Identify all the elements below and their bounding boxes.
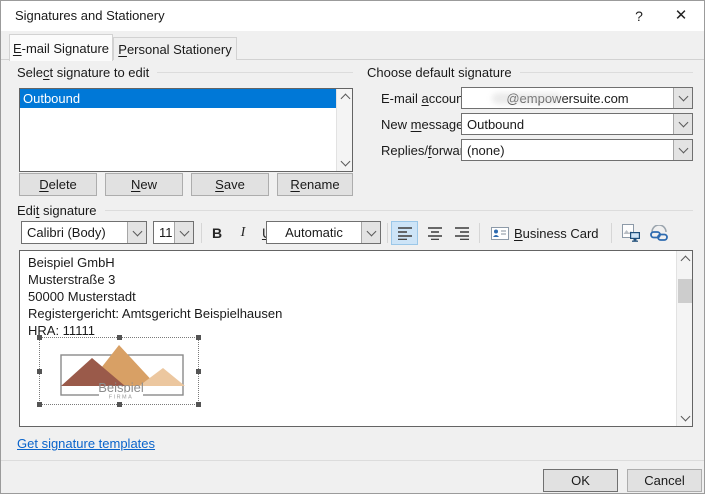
close-button[interactable]: ✕: [664, 1, 698, 31]
scroll-up-icon[interactable]: [337, 89, 353, 105]
get-signature-templates-link[interactable]: Get signature templates: [17, 436, 155, 451]
listbox-scrollbar[interactable]: [336, 89, 352, 171]
logo-image-selection[interactable]: Beispiel FIRMA: [39, 337, 199, 405]
align-right-icon: [454, 226, 470, 240]
scrollbar-thumb[interactable]: [678, 279, 692, 303]
toolbar-separator: [387, 223, 388, 243]
editor-scrollbar[interactable]: [676, 251, 692, 426]
list-item-signature[interactable]: Outbound: [20, 89, 336, 108]
signatures-and-stationery-dialog: Signatures and Stationery ? ✕ E-mail Sig…: [0, 0, 705, 494]
scroll-up-icon[interactable]: [677, 251, 693, 267]
window-title: Signatures and Stationery: [15, 1, 165, 31]
help-icon: ?: [635, 8, 643, 24]
chevron-down-icon[interactable]: [673, 140, 692, 160]
select-signature-group-label: Select signature to edit: [17, 65, 353, 80]
insert-picture-icon: [621, 224, 641, 242]
font-color-dropdown[interactable]: Automatic: [266, 221, 381, 244]
font-name-dropdown[interactable]: Calibri (Body): [21, 221, 147, 244]
edit-signature-group-label: Edit signature: [17, 203, 693, 218]
scroll-down-icon[interactable]: [677, 410, 693, 426]
signature-line: Beispiel GmbH: [28, 254, 282, 271]
bold-icon: B: [212, 225, 222, 241]
resize-handle[interactable]: [196, 335, 201, 340]
tab-email-signature[interactable]: E-mail Signature: [9, 34, 113, 61]
toolbar-separator: [201, 223, 202, 243]
company-logo: Beispiel FIRMA: [45, 342, 193, 400]
italic-icon: I: [241, 225, 246, 241]
bold-button[interactable]: B: [205, 221, 229, 245]
resize-handle[interactable]: [117, 402, 122, 407]
insert-hyperlink-icon: [649, 225, 669, 241]
align-center-icon: [427, 226, 443, 240]
footer-divider: [1, 460, 705, 461]
signature-listbox[interactable]: Outbound: [19, 88, 353, 172]
toolbar-separator: [611, 223, 612, 243]
chevron-down-icon[interactable]: [673, 114, 692, 134]
signature-text[interactable]: Beispiel GmbH Musterstraße 3 50000 Muste…: [28, 254, 282, 339]
resize-handle[interactable]: [196, 369, 201, 374]
business-card-icon: [491, 226, 509, 240]
close-icon: ✕: [675, 7, 688, 24]
tab-personal-stationery[interactable]: Personal Stationery: [113, 37, 237, 60]
new-button[interactable]: New: [105, 173, 183, 196]
chevron-down-icon[interactable]: [127, 222, 146, 243]
new-messages-dropdown[interactable]: Outbound: [461, 113, 693, 135]
delete-button[interactable]: Delete: [19, 173, 97, 196]
logo-subtitle: FIRMA: [109, 395, 134, 401]
align-left-button[interactable]: [391, 221, 418, 245]
rename-button[interactable]: Rename: [277, 173, 353, 196]
save-button[interactable]: Save: [191, 173, 269, 196]
resize-handle[interactable]: [37, 369, 42, 374]
title-bar: Signatures and Stationery ? ✕: [1, 1, 704, 31]
help-button[interactable]: ?: [622, 1, 656, 31]
resize-handle[interactable]: [196, 402, 201, 407]
chevron-down-icon[interactable]: [673, 88, 692, 108]
signature-editor[interactable]: Beispiel GmbH Musterstraße 3 50000 Muste…: [19, 250, 693, 427]
scroll-down-icon[interactable]: [337, 155, 353, 171]
insert-picture-button[interactable]: [618, 221, 644, 245]
toolbar-separator: [479, 223, 480, 243]
group-divider-line: [157, 72, 353, 73]
tab-strip: E-mail Signature Personal Stationery: [1, 31, 704, 60]
chevron-down-icon[interactable]: [361, 222, 380, 243]
business-card-button[interactable]: Business Card: [487, 221, 603, 245]
align-right-button[interactable]: [448, 221, 475, 245]
redacted-account-name: [492, 93, 562, 104]
cancel-button[interactable]: Cancel: [627, 469, 702, 492]
resize-handle[interactable]: [117, 335, 122, 340]
email-account-label: E-mail account:: [381, 91, 471, 106]
email-account-dropdown[interactable]: @empowersuite.com: [461, 87, 693, 109]
insert-hyperlink-button[interactable]: [646, 221, 672, 245]
signature-line: Musterstraße 3: [28, 271, 282, 288]
signature-line: Registergericht: Amtsgericht Beispielhau…: [28, 305, 282, 322]
align-left-icon: [397, 226, 413, 240]
italic-button[interactable]: I: [231, 221, 255, 245]
group-divider-line: [105, 210, 693, 211]
replies-forwards-dropdown[interactable]: (none): [461, 139, 693, 161]
align-center-button[interactable]: [421, 221, 448, 245]
resize-handle[interactable]: [37, 402, 42, 407]
font-size-dropdown[interactable]: 11: [153, 221, 194, 244]
group-divider-line: [520, 72, 693, 73]
resize-handle[interactable]: [37, 335, 42, 340]
new-messages-label: New messages:: [381, 117, 474, 132]
signature-line: 50000 Musterstadt: [28, 288, 282, 305]
chevron-down-icon[interactable]: [174, 222, 193, 243]
ok-button[interactable]: OK: [543, 469, 618, 492]
default-signature-group-label: Choose default signature: [367, 65, 693, 80]
